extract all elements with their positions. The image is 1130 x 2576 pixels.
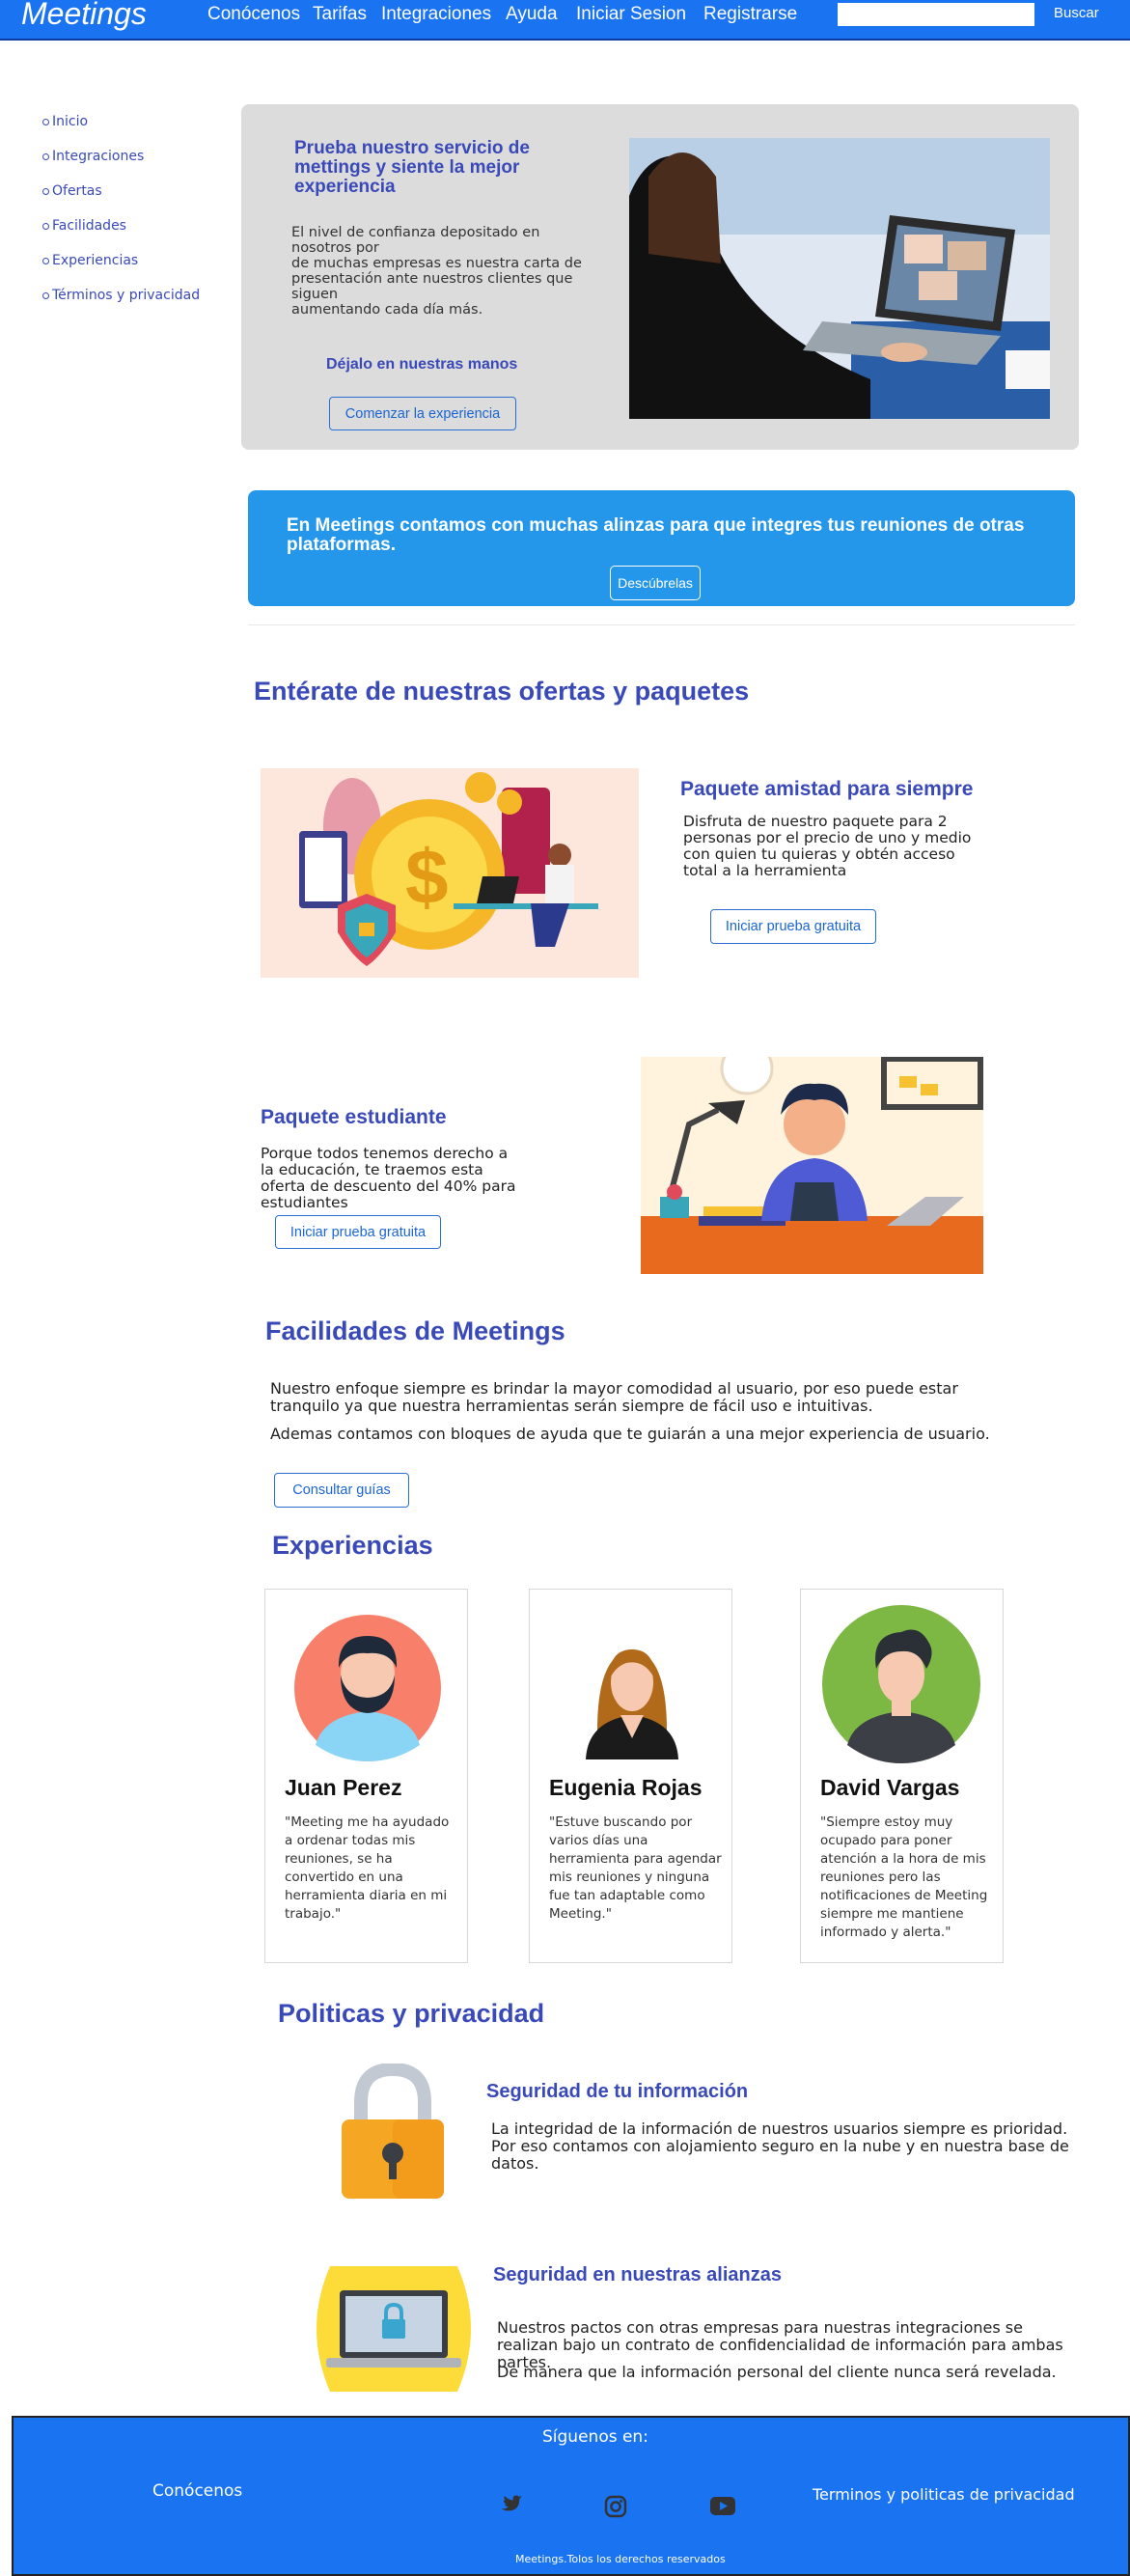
svg-text:$: $	[405, 834, 449, 920]
brand-logo[interactable]: Meetings	[21, 0, 147, 32]
info-security-title: Seguridad de tu información	[486, 2081, 749, 2102]
testimonial-card: David Vargas "Siempre estoy muy ocupado …	[800, 1589, 1004, 1963]
nav-link-integrations[interactable]: Integraciones	[381, 4, 491, 25]
discover-button[interactable]: Descúbrelas	[610, 566, 701, 600]
search-button[interactable]: Buscar	[1054, 5, 1099, 21]
alliances-security-text-2: De manera que la información personal de…	[497, 2363, 1057, 2381]
friendship-package-text: Disfruta de nuestro paquete para 2 perso…	[683, 813, 972, 879]
testimonial-quote: "Meeting me ha ayudado a ordenar todas m…	[285, 1814, 450, 1922]
youtube-icon[interactable]	[710, 2497, 735, 2515]
sidebar-item-experiencias[interactable]: Experiencias	[42, 253, 138, 268]
hero-subtitle: Déjalo en nuestras manos	[326, 356, 518, 373]
testimonial-name: Juan Perez	[285, 1775, 402, 1800]
nav-link-help[interactable]: Ayuda	[506, 4, 558, 25]
laptop-lock-icon	[317, 2266, 471, 2392]
search-input[interactable]	[838, 3, 1034, 26]
testimonial-card: Juan Perez "Meeting me ha ayudado a orde…	[264, 1589, 468, 1963]
student-package-image	[641, 1041, 983, 1274]
footer-terms-link[interactable]: Terminos y politicas de privacidad	[813, 2485, 1075, 2504]
friendship-trial-button[interactable]: Iniciar prueba gratuita	[710, 909, 876, 944]
info-security-text: La integridad de la información de nuest…	[491, 2119, 1069, 2173]
hero-text: El nivel de confianza depositado en noso…	[291, 225, 582, 318]
nav-link-register[interactable]: Registrarse	[703, 4, 797, 25]
facilities-text-2: Ademas contamos con bloques de ayuda que…	[270, 1425, 990, 1443]
facilities-text-1: Nuestro enfoque siempre es brindar la ma…	[270, 1379, 958, 1415]
copyright-text: Meetings.Tolos los derechos reservados	[515, 2553, 726, 2565]
hero-image	[629, 138, 1050, 419]
nav-link-about[interactable]: Conócenos	[207, 4, 300, 25]
testimonial-name: David Vargas	[820, 1775, 960, 1800]
alliances-security-title: Seguridad en nuestras alianzas	[493, 2264, 782, 2285]
student-package-text: Porque todos tenemos derecho a la educac…	[261, 1145, 516, 1211]
nav-link-pricing[interactable]: Tarifas	[313, 4, 367, 25]
padlock-icon	[342, 2064, 444, 2199]
navbar: Meetings Conócenos Tarifas Integraciones…	[0, 0, 1130, 41]
student-trial-button[interactable]: Iniciar prueba gratuita	[275, 1215, 441, 1249]
privacy-heading: Politicas y privacidad	[278, 1999, 545, 2028]
avatar	[294, 1615, 441, 1761]
friendship-package-image: $	[261, 768, 639, 978]
sidebar-item-terminos[interactable]: Términos y privacidad	[42, 288, 200, 303]
facilities-heading: Facilidades de Meetings	[265, 1316, 565, 1345]
consult-guides-button[interactable]: Consultar guías	[274, 1473, 409, 1508]
sidebar-item-integraciones[interactable]: Integraciones	[42, 149, 144, 164]
friendship-package-title: Paquete amistad para siempre	[680, 778, 974, 800]
testimonial-quote: "Estuve buscando por varios días una her…	[549, 1814, 722, 1922]
testimonial-quote: "Siempre estoy muy ocupado para poner at…	[820, 1814, 988, 1940]
sidebar-item-ofertas[interactable]: Ofertas	[42, 183, 102, 199]
start-experience-button[interactable]: Comenzar la experiencia	[329, 397, 516, 430]
follow-us-label: Síguenos en:	[542, 2427, 648, 2447]
twitter-icon[interactable]	[499, 2495, 522, 2514]
offers-heading: Entérate de nuestras ofertas y paquetes	[254, 677, 750, 706]
testimonial-card: Eugenia Rojas "Estuve buscando por vario…	[529, 1589, 732, 1963]
avatar	[822, 1605, 980, 1763]
sidebar-item-facilidades[interactable]: Facilidades	[42, 218, 126, 234]
sidebar-item-inicio[interactable]: Inicio	[42, 114, 88, 129]
hero-title: Prueba nuestro servicio de mettings y si…	[294, 138, 530, 197]
nav-link-login[interactable]: Iniciar Sesion	[576, 4, 686, 25]
divider	[248, 624, 1075, 625]
footer: Síguenos en: Conócenos Terminos y politi…	[12, 2416, 1130, 2576]
avatar	[586, 1649, 678, 1759]
instagram-icon[interactable]	[604, 2495, 627, 2518]
student-package-title: Paquete estudiante	[261, 1106, 447, 1128]
footer-about-link[interactable]: Conócenos	[152, 2481, 242, 2501]
experiences-heading: Experiencias	[272, 1531, 433, 1560]
testimonial-name: Eugenia Rojas	[549, 1775, 703, 1800]
banner-text: En Meetings contamos con muchas alinzas …	[287, 515, 1025, 555]
